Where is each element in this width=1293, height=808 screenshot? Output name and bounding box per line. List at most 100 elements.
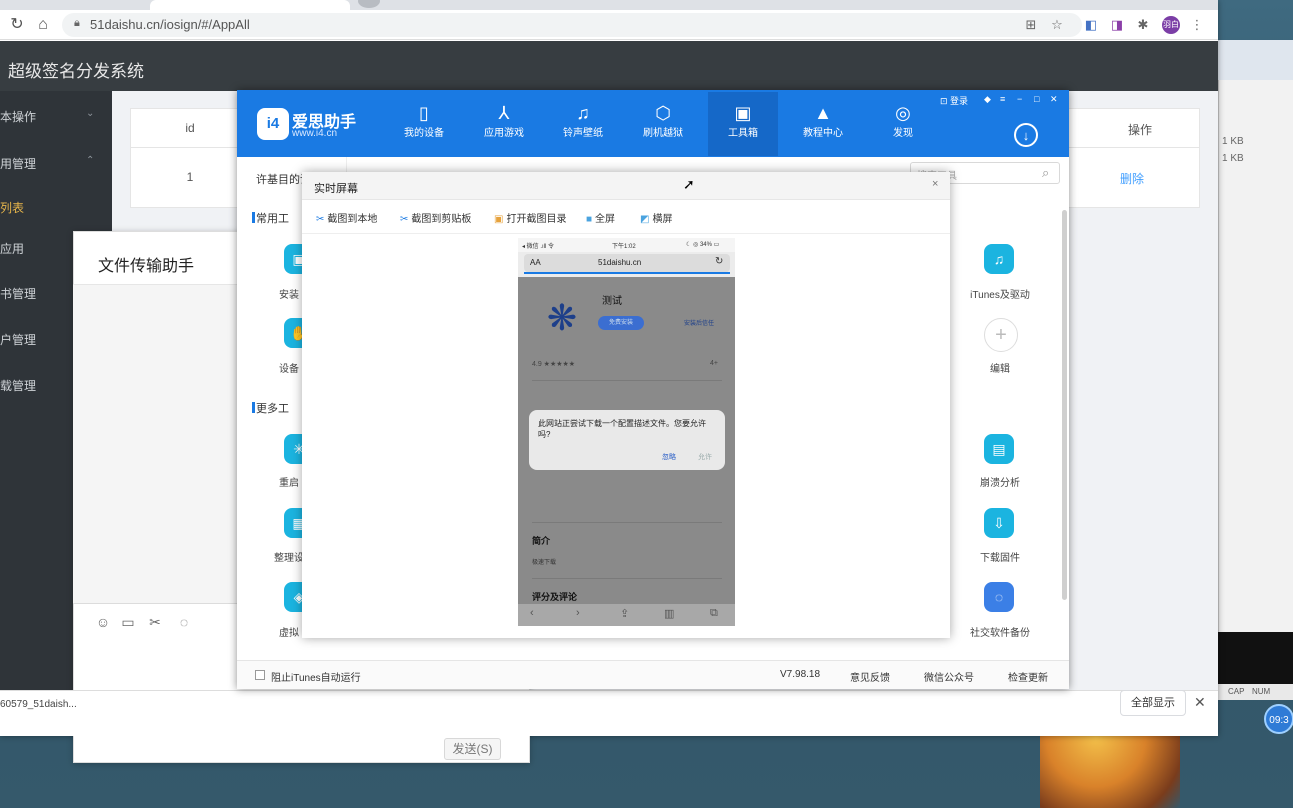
- list-icon[interactable]: ≡: [1000, 94, 1005, 104]
- chevron-down-icon: ⌄: [86, 108, 95, 119]
- nav-discover[interactable]: ◎ 发现: [868, 100, 938, 150]
- show-all-button[interactable]: 全部显示: [1120, 690, 1186, 716]
- compass-icon: ◎: [895, 103, 911, 123]
- close-icon[interactable]: ✕: [1050, 94, 1058, 105]
- intro-text: 极速下载: [532, 560, 557, 566]
- wechat-link[interactable]: 微信公众号: [924, 669, 974, 684]
- checkbox-label: 阻止iTunes自动运行: [271, 673, 361, 684]
- nav-toolbox[interactable]: ▣ 工具箱: [708, 92, 778, 156]
- phone-icon: ▯: [419, 103, 429, 123]
- section-common: 常用工: [252, 210, 289, 226]
- profile-avatar[interactable]: 羽白: [1162, 16, 1180, 34]
- emoji-icon[interactable]: ☺: [94, 613, 112, 631]
- tool-label: 下载固件: [980, 553, 1020, 564]
- close-icon[interactable]: ✕: [1194, 694, 1206, 711]
- download-icon[interactable]: ↓: [1014, 123, 1038, 147]
- extension-icon[interactable]: ◧: [1082, 16, 1100, 34]
- star-icon[interactable]: ☆: [1048, 16, 1066, 34]
- forward-icon[interactable]: ›: [576, 607, 580, 619]
- minimize-icon[interactable]: −: [1017, 94, 1022, 104]
- crash-analysis-icon[interactable]: ▤: [984, 434, 1014, 464]
- lock-icon[interactable]: 🔒︎: [74, 17, 80, 30]
- puzzle-icon[interactable]: ✱: [1134, 16, 1152, 34]
- feedback-link[interactable]: 意见反馈: [850, 669, 890, 684]
- sidebar-item[interactable]: 用管理 ⌃: [0, 155, 112, 175]
- tabs-icon[interactable]: ⧉: [710, 607, 718, 620]
- itunes-driver-icon[interactable]: ♫: [984, 244, 1014, 274]
- back-icon[interactable]: ‹: [530, 607, 534, 619]
- screenshot-local-button[interactable]: ✂ 截图到本地: [316, 210, 377, 225]
- music-icon: ♫: [576, 103, 590, 123]
- browser-tab-active[interactable]: [150, 0, 350, 10]
- app-title: 超级签名分发系统: [8, 62, 144, 81]
- login-link[interactable]: ⊡ 登录: [940, 94, 968, 107]
- app-name: 测试: [602, 296, 622, 307]
- nav-apps[interactable]: ⅄ 应用游戏: [469, 100, 539, 150]
- alert-message: 此网站正尝试下载一个配置描述文件。您要允许吗?: [538, 419, 706, 439]
- delete-link[interactable]: 删除: [1110, 170, 1154, 187]
- i4-url: www.i4.cn: [292, 128, 338, 139]
- sidebar-item[interactable]: 本操作 ⌄: [0, 108, 112, 128]
- tool-label: 编辑: [990, 364, 1010, 375]
- close-icon[interactable]: ×: [932, 178, 938, 190]
- install-button[interactable]: 免费安装: [598, 316, 644, 330]
- chat-title: 文件传输助手: [98, 258, 195, 275]
- url-text[interactable]: 51daishu.cn/iosign/#/AppAll: [90, 17, 250, 32]
- dark-panel: [1218, 632, 1293, 684]
- search-icon[interactable]: ⌕: [1042, 165, 1049, 181]
- landscape-button[interactable]: ◩ 横屏: [640, 210, 672, 225]
- graduation-icon: ▲: [814, 103, 832, 123]
- scissors-icon[interactable]: ✂: [146, 613, 164, 631]
- home-icon[interactable]: ⌂: [34, 16, 52, 34]
- app-rating: 4.9 ★★★★★: [532, 361, 576, 368]
- reload-icon[interactable]: ↻: [715, 256, 723, 267]
- chat-icon[interactable]: ◌: [175, 613, 193, 631]
- block-itunes-checkbox[interactable]: [255, 670, 265, 680]
- firmware-download-icon[interactable]: ⇩: [984, 508, 1014, 538]
- translate-icon[interactable]: ⊞: [1022, 16, 1040, 34]
- divider: [302, 233, 950, 234]
- numlock-indicator: NUM: [1252, 687, 1271, 696]
- send-button[interactable]: 发送(S): [444, 738, 501, 760]
- nav-tutorials[interactable]: ▲ 教程中心: [788, 100, 858, 150]
- trust-link[interactable]: 安装后信任: [684, 318, 714, 327]
- sidebar-item-active[interactable]: 列表: [0, 199, 112, 219]
- menu-icon[interactable]: ⋮: [1188, 16, 1206, 34]
- bookmarks-icon[interactable]: ▥: [664, 607, 674, 620]
- share-icon[interactable]: ⇪: [620, 607, 629, 620]
- tool-label: 社交软件备份: [970, 628, 1030, 639]
- add-icon[interactable]: +: [984, 318, 1018, 352]
- column-header-id: id: [185, 121, 195, 135]
- scrollbar[interactable]: [1062, 210, 1067, 600]
- download-item[interactable]: 60579_51daish...: [0, 699, 77, 710]
- nav-flash[interactable]: ⬡ 刷机越狱: [628, 100, 698, 150]
- check-update-link[interactable]: 检查更新: [1008, 669, 1048, 684]
- clock-widget[interactable]: 09:3: [1264, 704, 1293, 734]
- social-backup-icon[interactable]: ◌: [984, 582, 1014, 612]
- browser-tab[interactable]: [0, 0, 148, 10]
- nav-my-device[interactable]: ▯ 我的设备: [389, 100, 459, 150]
- caps-indicator: CAP: [1228, 687, 1245, 696]
- nav-ringtones[interactable]: ♫ 铃声壁纸: [548, 100, 618, 150]
- scissors-icon: ✂: [316, 214, 325, 225]
- table-cell-id: 1: [186, 170, 194, 184]
- file-size: 1 KB: [1222, 136, 1244, 147]
- appstore-icon: ⅄: [498, 103, 510, 123]
- folder-icon[interactable]: ▭: [119, 613, 137, 631]
- open-screenshot-folder-button[interactable]: ▣ 打开截图目录: [494, 210, 566, 225]
- fullscreen-button[interactable]: ■ 全屏: [586, 210, 615, 225]
- load-progress: [524, 272, 730, 274]
- background-window-toolbar: [1218, 40, 1293, 80]
- file-size: 1 KB: [1222, 153, 1244, 164]
- onenote-icon[interactable]: ◨: [1108, 16, 1126, 34]
- allow-button[interactable]: 允许: [698, 452, 712, 462]
- reviews-heading: 评分及评论: [532, 592, 578, 602]
- reload-icon[interactable]: ↻: [8, 16, 26, 34]
- ignore-button[interactable]: 忽略: [662, 452, 676, 462]
- divider: [532, 522, 722, 523]
- text-size-button[interactable]: AA: [530, 258, 541, 267]
- skin-icon[interactable]: ◆: [984, 94, 991, 105]
- screenshot-clipboard-button[interactable]: ✂ 截图到剪贴板: [400, 210, 471, 225]
- maximize-icon[interactable]: □: [1034, 94, 1039, 104]
- phone-url[interactable]: 51daishu.cn: [598, 258, 641, 267]
